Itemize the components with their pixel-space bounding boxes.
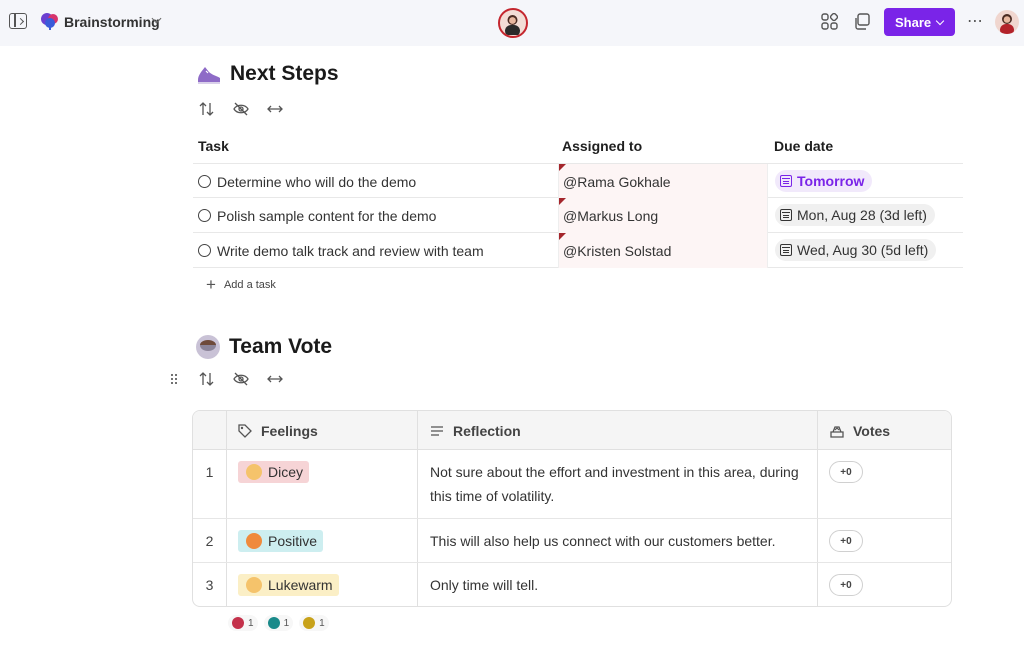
feeling-label: Dicey (268, 464, 304, 480)
section-title: Next Steps (230, 62, 339, 85)
party-emoji-icon (246, 533, 262, 549)
plus-icon: + (206, 275, 216, 294)
add-task-label: Add a task (223, 278, 276, 291)
resize-width-icon[interactable] (266, 371, 284, 387)
due-date-pill[interactable]: Tomorrow (775, 170, 873, 192)
flushed-emoji-icon (246, 577, 262, 593)
column-header-task: Task (198, 138, 229, 154)
hide-icon[interactable] (232, 371, 250, 387)
assigned-cell[interactable]: @Markus Long (558, 198, 768, 233)
toggle-sidebar-icon[interactable] (9, 13, 27, 29)
reaction-chip[interactable]: 1 (299, 615, 329, 631)
resize-width-icon[interactable] (266, 101, 284, 117)
vote-box-icon (830, 425, 844, 438)
table-row: 3 Lukewarm Only time will tell. +0 (193, 563, 951, 606)
header-label: Reflection (453, 422, 521, 439)
reaction-count: 1 (319, 617, 325, 629)
drag-handle-icon[interactable] (170, 373, 178, 385)
row-number: 1 (205, 464, 214, 480)
calendar-icon (780, 209, 792, 221)
apps-icon[interactable] (821, 13, 838, 30)
task-cell[interactable]: Determine who will do the demo (198, 164, 416, 199)
vote-button[interactable]: +0 (829, 574, 863, 596)
due-date-text: Tomorrow (797, 173, 865, 189)
copy-icon[interactable] (853, 13, 870, 30)
reaction-chip[interactable]: 1 (263, 615, 294, 631)
task-text: Determine who will do the demo (217, 173, 417, 190)
reflection-cell[interactable]: This will also help us connect with our … (430, 529, 810, 553)
reaction-chip[interactable]: 1 (228, 615, 258, 631)
column-header-feelings[interactable]: Feelings (237, 411, 318, 450)
task-cell[interactable]: Polish sample content for the demo (198, 198, 436, 233)
header-label: Votes (853, 422, 891, 439)
table-row: Determine who will do the demo @Rama Gok… (193, 163, 963, 199)
tag-icon (238, 423, 252, 438)
sort-icon[interactable] (198, 101, 216, 117)
feeling-pill[interactable]: Dicey (238, 461, 310, 483)
text-lines-icon (431, 425, 443, 436)
team-vote-heading: Team Vote (195, 334, 332, 360)
calendar-icon (780, 244, 792, 256)
task-text: Write demo talk track and review with te… (217, 242, 484, 259)
row-number: 2 (205, 533, 214, 549)
reaction-icon (267, 617, 280, 629)
feeling-pill[interactable]: Positive (238, 530, 324, 552)
feeling-label: Lukewarm (268, 577, 333, 593)
calendar-icon (780, 175, 792, 187)
row-number: 3 (205, 577, 214, 593)
table-row: 2 Positive This will also help us connec… (193, 519, 951, 563)
team-vote-table: Feelings Reflection Votes 1 Dicey Not su… (192, 410, 952, 607)
feeling-pill[interactable]: Lukewarm (238, 574, 339, 596)
collaborator-avatar[interactable] (498, 8, 528, 38)
assigned-cell[interactable]: @Kristen Solstad (558, 233, 768, 268)
table-row: 1 Dicey Not sure about the effort and in… (193, 450, 951, 519)
task-checkbox[interactable] (198, 209, 211, 222)
column-header-due: Due date (774, 138, 834, 154)
task-checkbox[interactable] (198, 244, 211, 257)
next-steps-toolbar (198, 101, 284, 117)
section-title: Team Vote (229, 335, 333, 358)
reaction-icon (232, 617, 244, 629)
sneaker-icon (198, 67, 220, 84)
vote-button[interactable]: +0 (829, 461, 863, 483)
task-checkbox[interactable] (198, 175, 211, 188)
reactions-bar: 1 1 1 (228, 613, 948, 633)
assigned-cell[interactable]: @Rama Gokhale (558, 164, 768, 199)
share-button[interactable]: Share (884, 8, 955, 36)
reflection-cell[interactable]: Only time will tell. (430, 573, 810, 597)
due-date-pill[interactable]: Wed, Aug 30 (5d left) (775, 239, 937, 261)
header-label: Feelings (261, 422, 318, 439)
table-row: Write demo talk track and review with te… (193, 233, 963, 268)
next-steps-heading: Next Steps (196, 62, 339, 86)
loop-workspace-icon (41, 13, 58, 30)
task-cell[interactable]: Write demo talk track and review with te… (198, 233, 484, 268)
coffee-cup-icon (196, 335, 220, 359)
team-vote-toolbar (198, 371, 284, 387)
column-header-reflection[interactable]: Reflection (429, 411, 521, 450)
reaction-count: 1 (248, 617, 254, 629)
hide-icon[interactable] (232, 101, 250, 117)
reaction-icon (303, 617, 316, 629)
reaction-count: 1 (283, 617, 290, 629)
vote-button[interactable]: +0 (829, 530, 863, 552)
feeling-label: Positive (268, 533, 318, 549)
column-header-votes[interactable]: Votes (829, 411, 890, 450)
top-bar: Brainstorming Share ⋯ (0, 0, 1024, 46)
chevron-down-icon (935, 16, 945, 25)
column-header-assigned: Assigned to (562, 138, 643, 154)
share-button-label: Share (895, 14, 932, 30)
workspace-title[interactable]: Brainstorming (64, 14, 160, 30)
reflection-cell[interactable]: Not sure about the effort and investment… (430, 460, 810, 508)
task-text: Polish sample content for the demo (217, 207, 437, 224)
due-date-pill[interactable]: Mon, Aug 28 (3d left) (775, 204, 935, 226)
due-date-text: Wed, Aug 30 (5d left) (797, 242, 929, 258)
table-row: Polish sample content for the demo @Mark… (193, 198, 963, 233)
more-options-icon[interactable]: ⋯ (967, 11, 984, 31)
grimace-emoji-icon (246, 464, 262, 480)
user-avatar[interactable] (995, 10, 1019, 34)
due-date-text: Mon, Aug 28 (3d left) (797, 207, 927, 223)
add-task-button[interactable]: + Add a task (206, 276, 276, 293)
sort-icon[interactable] (198, 371, 216, 387)
